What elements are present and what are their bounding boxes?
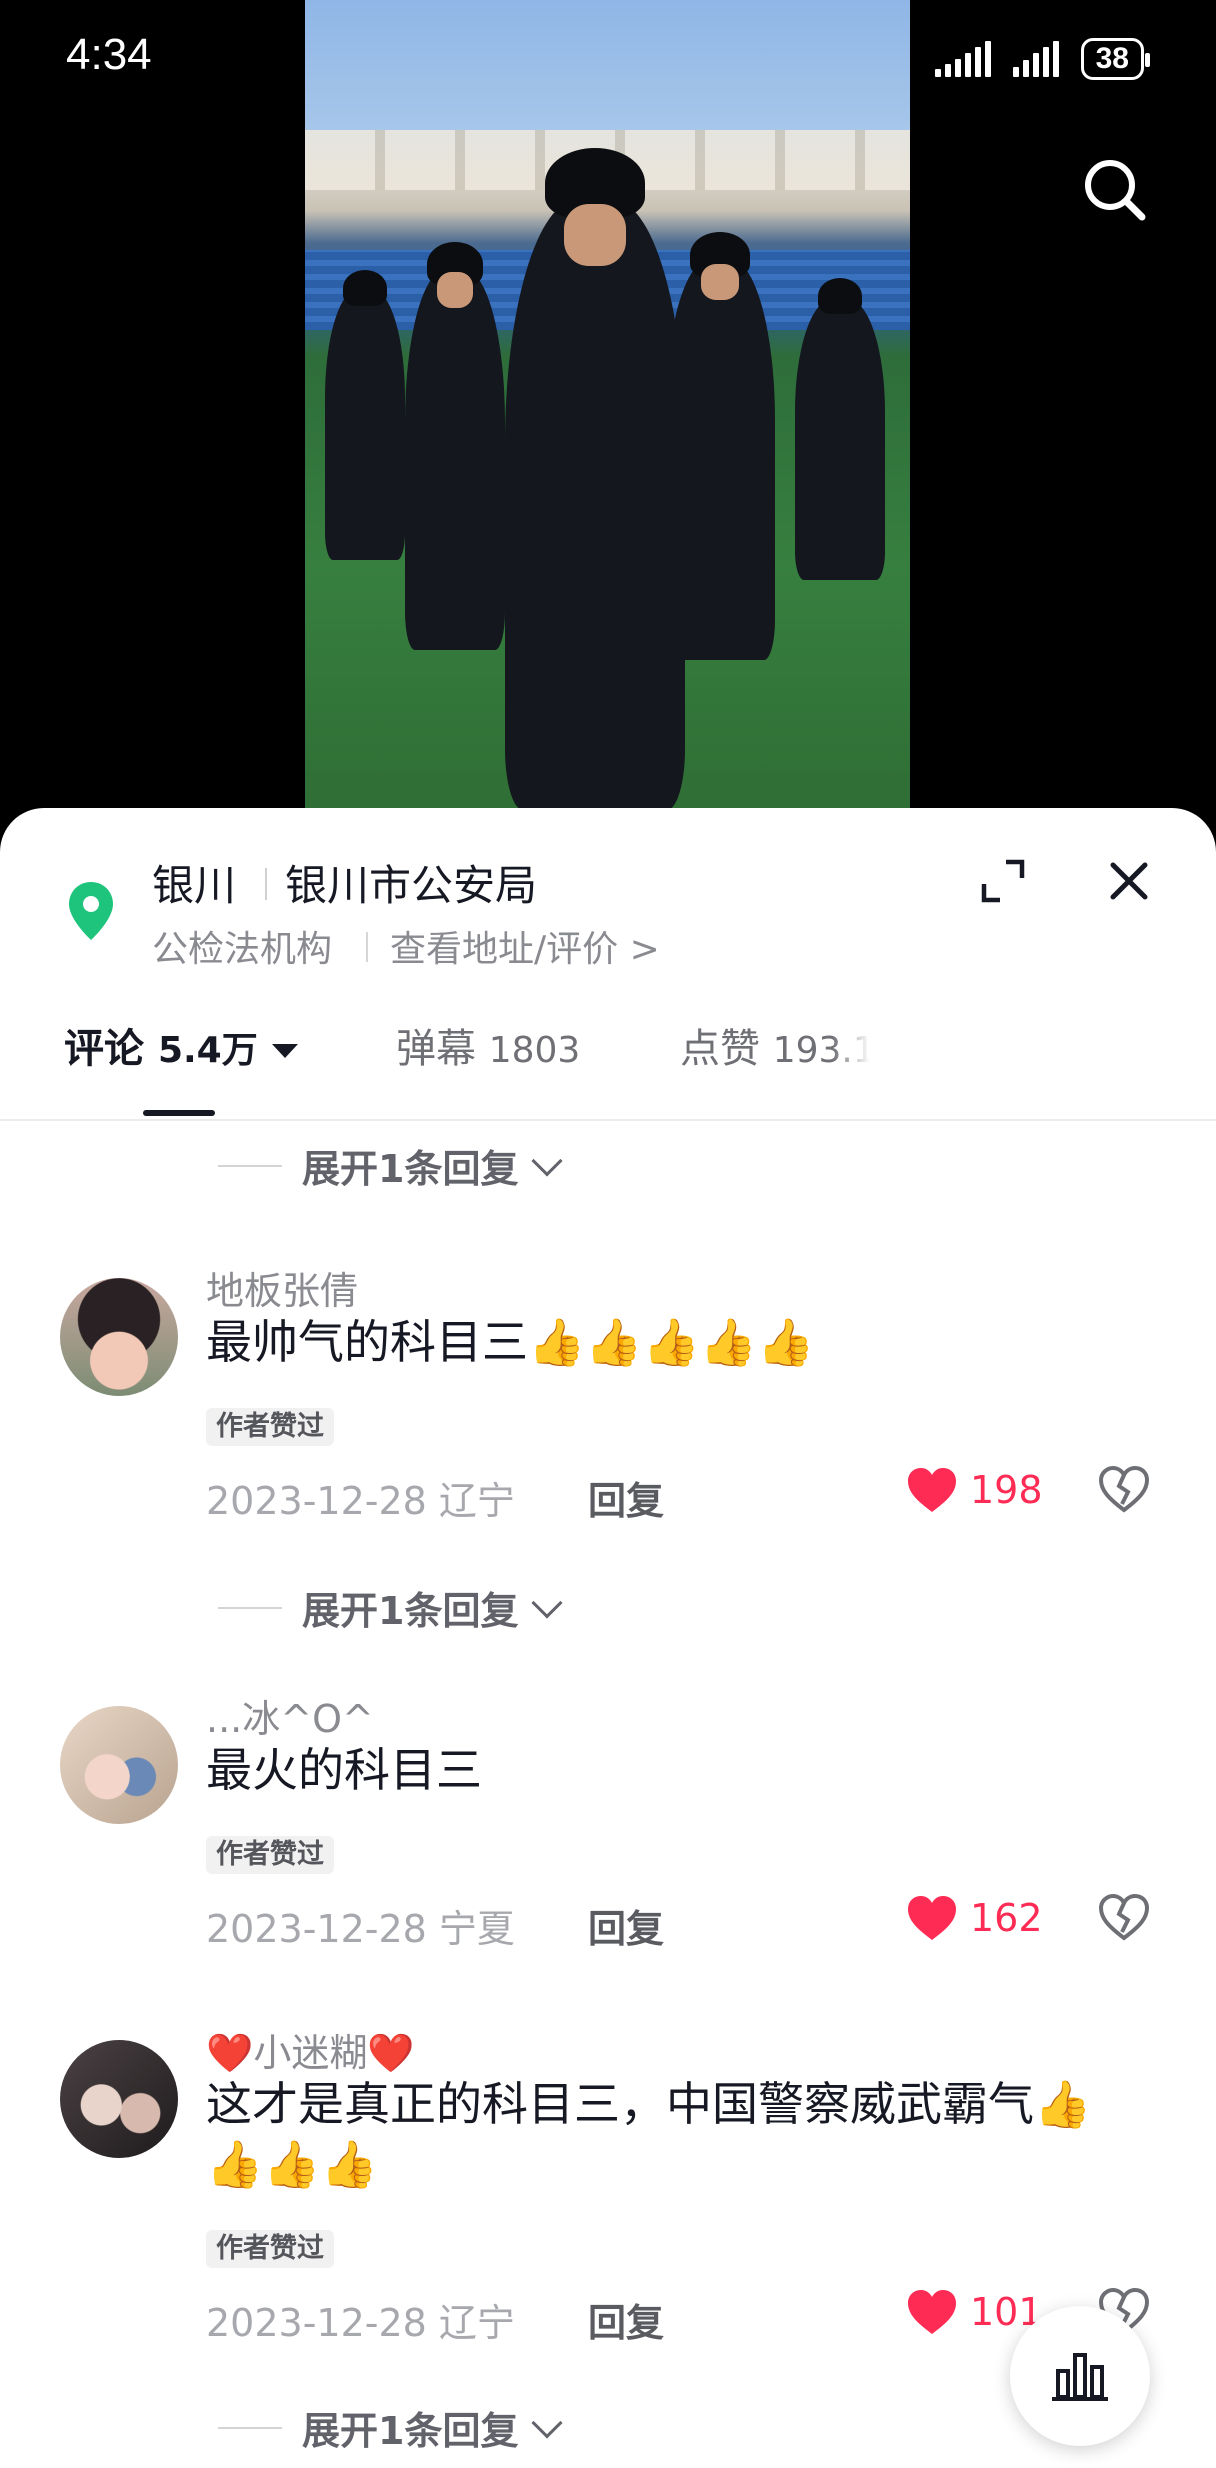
avatar[interactable] bbox=[60, 1278, 178, 1396]
officer-figure bbox=[405, 242, 505, 650]
close-icon[interactable] bbox=[1104, 856, 1154, 906]
comment-text[interactable]: 最帅气的科目三👍👍👍👍👍 bbox=[206, 1312, 1126, 1372]
chevron-down-icon bbox=[531, 2406, 564, 2439]
like-button[interactable]: 198 bbox=[906, 1466, 1043, 1514]
location-pin-icon bbox=[69, 882, 113, 940]
expand-replies-label: 展开1条回复 bbox=[302, 1147, 519, 1191]
broken-heart-icon[interactable] bbox=[1098, 1892, 1150, 1944]
tab-comments[interactable]: 评论 5.4万 bbox=[64, 1016, 298, 1074]
battery-icon: 38 bbox=[1080, 38, 1151, 80]
signal-icon bbox=[1012, 41, 1059, 77]
like-button[interactable]: 101 bbox=[906, 2288, 1043, 2336]
location-name[interactable]: 银川市公安局 bbox=[285, 852, 537, 913]
divider bbox=[218, 1164, 282, 1167]
divider bbox=[265, 868, 267, 900]
expand-replies-label: 展开1条回复 bbox=[302, 2409, 519, 2453]
chevron-down-icon bbox=[531, 1144, 564, 1177]
tab-count: 1803 bbox=[488, 1030, 581, 1071]
tab-count: 5.4万 bbox=[157, 1030, 258, 1071]
caret-down-icon[interactable] bbox=[271, 1044, 298, 1058]
heart-icon bbox=[908, 1468, 956, 1512]
status-icons: 38 bbox=[934, 38, 1151, 80]
expand-icon[interactable] bbox=[978, 856, 1028, 906]
officer-figure bbox=[325, 270, 405, 560]
comment-date: 2023-12-28 辽宁 bbox=[206, 2301, 515, 2345]
avatar[interactable] bbox=[60, 1706, 178, 1824]
officer-figure bbox=[505, 148, 685, 810]
signal-icon bbox=[934, 41, 991, 77]
divider bbox=[218, 1606, 282, 1609]
expand-replies-button[interactable]: 展开1条回复 bbox=[218, 2400, 564, 2455]
divider bbox=[0, 1119, 1216, 1121]
comment-username[interactable]: ...冰^O^ bbox=[206, 1688, 374, 1743]
location-city[interactable]: 银川 bbox=[152, 852, 236, 913]
broken-heart-icon[interactable] bbox=[1098, 1464, 1150, 1516]
like-button[interactable]: 162 bbox=[906, 1894, 1043, 1942]
tab-label: 点赞 bbox=[680, 1026, 760, 1072]
location-type: 公检法机构 bbox=[152, 929, 333, 970]
comment-username[interactable]: ❤️小迷糊❤️ bbox=[206, 2022, 415, 2077]
like-count: 198 bbox=[970, 1468, 1043, 1512]
comment-text[interactable]: 这才是真正的科目三，中国警察威武霸气👍👍👍👍 bbox=[206, 2074, 1126, 2194]
tab-likes[interactable]: 点赞 193.1 bbox=[680, 1016, 870, 1074]
comment-date: 2023-12-28 辽宁 bbox=[206, 1479, 515, 1523]
heart-icon bbox=[908, 1896, 956, 1940]
tab-danmaku[interactable]: 弹幕 1803 bbox=[396, 1016, 580, 1074]
chevron-down-icon bbox=[531, 1586, 564, 1619]
expand-replies-button[interactable]: 展开1条回复 bbox=[218, 1138, 564, 1193]
comment-username[interactable]: 地板张倩 bbox=[206, 1260, 358, 1315]
view-address-link[interactable]: 查看地址/评价 > bbox=[390, 920, 660, 972]
expand-replies-label: 展开1条回复 bbox=[302, 1589, 519, 1633]
avatar[interactable] bbox=[60, 2040, 178, 2158]
stats-floating-button[interactable] bbox=[1010, 2306, 1150, 2446]
author-liked-badge: 作者赞过 bbox=[206, 2230, 334, 2268]
video-frame[interactable] bbox=[305, 0, 910, 810]
comment-sheet: 银川 银川市公安局 公检法机构 查看地址/评价 > 评论 5.4万 弹幕 180… bbox=[0, 808, 1216, 2468]
author-liked-badge: 作者赞过 bbox=[206, 1836, 334, 1874]
reply-button[interactable]: 回复 bbox=[588, 2292, 664, 2347]
reply-button[interactable]: 回复 bbox=[588, 1470, 664, 1525]
divider bbox=[218, 2426, 282, 2429]
officer-figure bbox=[795, 278, 885, 580]
author-liked-badge: 作者赞过 bbox=[206, 1408, 334, 1446]
reply-button[interactable]: 回复 bbox=[588, 1898, 664, 1953]
tab-label: 弹幕 bbox=[396, 1026, 476, 1072]
bar-chart-icon bbox=[1052, 2353, 1108, 2401]
status-time: 4:34 bbox=[66, 30, 152, 79]
comment-date: 2023-12-28 宁夏 bbox=[206, 1907, 515, 1951]
tab-label: 评论 bbox=[64, 1026, 144, 1072]
video-player[interactable]: 4:34 38 bbox=[0, 0, 1216, 830]
heart-icon bbox=[908, 2290, 956, 2334]
tab-underline bbox=[143, 1110, 215, 1116]
expand-replies-button[interactable]: 展开1条回复 bbox=[218, 1580, 564, 1635]
comment-text[interactable]: 最火的科目三 bbox=[206, 1740, 1126, 1800]
tab-count: 193.1 bbox=[772, 1030, 870, 1071]
like-count: 162 bbox=[970, 1896, 1043, 1940]
comment-tabs: 评论 5.4万 弹幕 1803 点赞 193.1 bbox=[0, 1004, 1216, 1104]
divider bbox=[366, 932, 368, 962]
search-icon[interactable] bbox=[1080, 155, 1150, 225]
